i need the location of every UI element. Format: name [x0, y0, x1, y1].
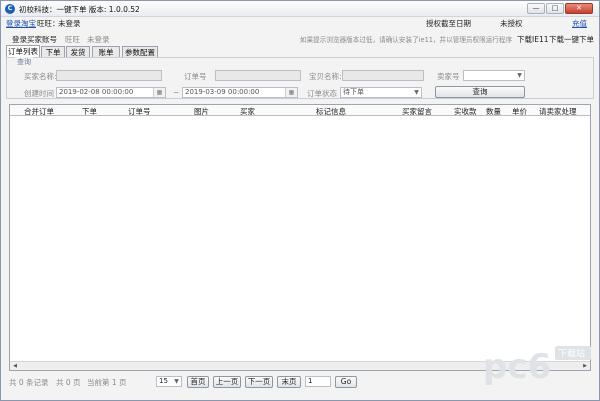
col-received-amount[interactable]: 实收款 — [454, 106, 477, 117]
buyer-wangwang-label: 旺旺 — [65, 35, 80, 44]
order-no-label: 订单号 — [184, 72, 207, 81]
col-mark-info[interactable]: 标记信息 — [316, 106, 346, 117]
item-name-input[interactable] — [342, 70, 424, 81]
order-status-value: 待下单 — [343, 88, 364, 96]
page-size-value: 15 — [159, 377, 168, 385]
title-bar: C 初校科技：一键下单 版本: 1.0.0.52 — □ ✕ — [1, 1, 599, 17]
wangwang-value: 未登录 — [58, 19, 81, 28]
col-buyer-message[interactable]: 买家留言 — [402, 106, 432, 117]
order-table: 合并订单 下单 订单号 图片 买家 标记信息 买家留言 实收款 数量 单价 请卖… — [9, 104, 591, 371]
chevron-down-icon: ▼ — [174, 378, 179, 385]
query-button[interactable]: 查询 — [435, 86, 525, 98]
chevron-down-icon: ▼ — [517, 72, 522, 79]
calendar-icon: ▦ — [285, 88, 297, 97]
total-pages: 共 0 页 — [56, 378, 81, 387]
auth-date-label: 授权截至日期 — [426, 19, 471, 28]
calendar-icon: ▦ — [153, 88, 165, 97]
seller-label: 卖家号 — [437, 72, 460, 81]
auth-date-value: 未授权 — [500, 19, 523, 28]
col-unit-price[interactable]: 单价 — [512, 106, 527, 117]
app-logo-icon: C — [5, 4, 15, 14]
page-size-select[interactable]: 15 ▼ — [156, 376, 182, 387]
seller-select[interactable]: ▼ — [463, 70, 525, 81]
item-name-label: 宝贝名称: — [309, 72, 342, 81]
current-page: 当前第 1 页 — [87, 378, 127, 387]
first-page-button[interactable]: 首页 — [187, 376, 209, 388]
query-panel: 查询 买家名称: 订单号 宝贝名称: 卖家号 ▼ 创建时间 2019-02-08… — [6, 57, 594, 99]
col-buyer[interactable]: 买家 — [240, 106, 255, 117]
buyer-login-status: 未登录 — [87, 35, 110, 44]
window-title: 初校科技：一键下单 版本: 1.0.0.52 — [19, 5, 140, 14]
date-to-value: 2019-03-09 00:00:00 — [185, 88, 260, 96]
order-status-label: 订单状态 — [307, 89, 337, 98]
download-app-link[interactable]: 下载一键下单 — [549, 34, 594, 45]
create-time-label: 创建时间 — [24, 89, 54, 98]
last-page-button[interactable]: 末页 — [277, 376, 301, 388]
date-to-picker[interactable]: 2019-03-09 00:00:00 ▦ — [182, 87, 298, 98]
close-button[interactable]: ✕ — [565, 3, 593, 14]
page-number-input[interactable]: 1 — [305, 376, 331, 387]
col-merge-order[interactable]: 合并订单 — [24, 106, 54, 117]
prev-page-button[interactable]: 上一页 — [213, 376, 241, 388]
pager: 共 0 条记录 共 0 页 当前第 1 页 15 ▼ 首页 上一页 下一页 末页… — [1, 375, 599, 389]
login-buyer-account-button[interactable]: 登录买家账号 — [12, 34, 57, 45]
recharge-link[interactable]: 充值 — [572, 18, 587, 29]
buyer-name-input[interactable] — [56, 70, 162, 81]
col-seller-handle[interactable]: 请卖家处理 — [539, 106, 577, 117]
total-records: 共 0 条记录 — [9, 378, 49, 387]
download-ie11-link[interactable]: 下载IE11 — [517, 34, 549, 45]
col-order-no[interactable]: 订单号 — [128, 106, 151, 117]
minimize-button[interactable]: — — [527, 3, 545, 14]
date-from-value: 2019-02-08 00:00:00 — [59, 88, 134, 96]
table-header: 合并订单 下单 订单号 图片 买家 标记信息 买家留言 实收款 数量 单价 请卖… — [10, 105, 590, 116]
next-page-button[interactable]: 下一页 — [245, 376, 273, 388]
order-status-select[interactable]: 待下单 ▼ — [340, 87, 422, 98]
scroll-left-icon[interactable]: ◀ — [11, 363, 19, 369]
app-window: C 初校科技：一键下单 版本: 1.0.0.52 — □ ✕ 登录淘宝 旺旺： … — [0, 0, 600, 401]
browser-hint-text: 如果提示浏览器版本过低，请确认安装了ie11，并以管理员权限运行程序 — [300, 36, 513, 44]
login-taobao-link[interactable]: 登录淘宝 — [6, 18, 36, 29]
date-range-separator: ~ — [173, 88, 180, 97]
order-no-input[interactable] — [215, 70, 301, 81]
query-legend: 查询 — [15, 57, 33, 67]
col-place-order[interactable]: 下单 — [82, 106, 97, 117]
col-image[interactable]: 图片 — [194, 106, 209, 117]
chevron-down-icon: ▼ — [414, 89, 419, 96]
watermark-sub: 下载站 — [558, 348, 585, 360]
go-button[interactable]: Go — [335, 376, 357, 388]
col-quantity[interactable]: 数量 — [486, 106, 501, 117]
maximize-button[interactable]: □ — [546, 3, 564, 14]
buyer-name-label: 买家名称: — [24, 72, 57, 81]
account-row: 登录淘宝 旺旺： 未登录 授权截至日期 未授权 充值 — [1, 17, 599, 29]
date-from-picker[interactable]: 2019-02-08 00:00:00 ▦ — [56, 87, 166, 98]
wangwang-label: 旺旺： — [37, 19, 60, 28]
